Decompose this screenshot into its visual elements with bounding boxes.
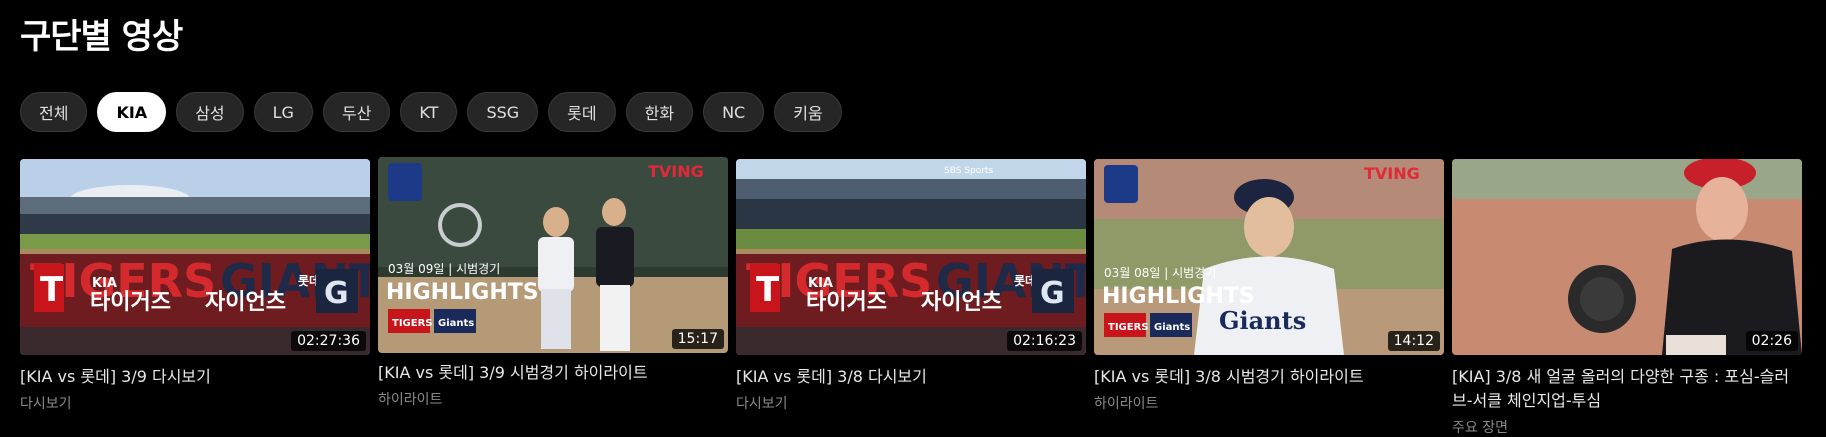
svg-text:TVING: TVING <box>1364 164 1420 183</box>
chip-samsung[interactable]: 삼성 <box>176 92 244 132</box>
svg-text:Giants: Giants <box>438 318 474 329</box>
video-title[interactable]: [KIA vs 롯데] 3/8 시범경기 하이라이트 <box>1094 365 1444 389</box>
video-duration: 02:16:23 <box>1007 331 1082 351</box>
video-duration: 15:17 <box>671 329 724 349</box>
chip-ssg[interactable]: SSG <box>467 92 539 132</box>
video-card[interactable]: TVING 03월 09일 | 시범경기 HIGHLIGHTS TIGERS G… <box>378 157 728 437</box>
chip-hanwha[interactable]: 한화 <box>625 92 694 132</box>
svg-text:HIGHLIGHTS: HIGHLIGHTS <box>386 280 539 305</box>
svg-text:타이거즈: 타이거즈 <box>806 290 887 315</box>
video-duration: 02:27:36 <box>291 331 366 351</box>
svg-text:03월 09일 | 시범경기: 03월 09일 | 시범경기 <box>388 262 500 276</box>
video-thumbnail[interactable]: TVING Giants 03월 08일 | 시범경기 HIGHLIGHTS T… <box>1094 159 1444 355</box>
svg-text:자이언츠: 자이언츠 <box>205 290 286 315</box>
chip-kiwoom[interactable]: 키움 <box>774 92 842 132</box>
video-title[interactable]: [KIA vs 롯데] 3/9 다시보기 <box>20 365 370 389</box>
svg-text:타이거즈: 타이거즈 <box>90 290 171 315</box>
chip-kia[interactable]: KIA <box>97 92 167 132</box>
svg-text:TIGERS: TIGERS <box>1108 322 1148 333</box>
video-duration: 14:12 <box>1387 331 1440 351</box>
video-thumbnail[interactable]: SBS Sports TIGERS GIANTS T KIA 타이거즈 롯데 자… <box>736 159 1086 355</box>
svg-text:TVING: TVING <box>648 162 704 181</box>
video-category: 주요 장면 <box>1452 420 1508 436</box>
team-videos-section: 구단별 영상 전체 KIA 삼성 LG 두산 KT SSG 롯데 한화 NC 키… <box>0 0 1826 437</box>
chip-kt[interactable]: KT <box>400 92 458 132</box>
video-duration: 02:26 <box>1745 331 1798 351</box>
svg-text:HIGHLIGHTS: HIGHLIGHTS <box>1102 284 1255 309</box>
video-row: TIGERS GIANTS T KIA 타이거즈 롯데 자이언츠 G 02:27… <box>20 157 1806 437</box>
svg-text:KIA: KIA <box>808 276 833 291</box>
video-title[interactable]: [KIA vs 롯데] 3/9 시범경기 하이라이트 <box>378 361 728 385</box>
video-thumbnail[interactable]: TIGERS GIANTS T KIA 타이거즈 롯데 자이언츠 G 02:27… <box>20 159 370 355</box>
svg-text:자이언츠: 자이언츠 <box>921 290 1002 315</box>
pitcher-thumbnail-image <box>1452 159 1802 355</box>
chip-nc[interactable]: NC <box>703 92 765 132</box>
svg-text:03월 08일 | 시범경기: 03월 08일 | 시범경기 <box>1104 266 1216 280</box>
video-category: 다시보기 <box>736 396 788 412</box>
video-thumbnail[interactable]: 02:26 <box>1452 159 1802 355</box>
video-category: 다시보기 <box>20 396 72 412</box>
svg-text:T: T <box>756 270 780 310</box>
video-card[interactable]: SBS Sports TIGERS GIANTS T KIA 타이거즈 롯데 자… <box>736 159 1086 437</box>
svg-text:T: T <box>40 270 64 310</box>
svg-text:SBS Sports: SBS Sports <box>944 166 993 176</box>
video-title[interactable]: [KIA] 3/8 새 얼굴 올러의 다양한 구종 : 포심-슬러브-서클 체인… <box>1452 365 1802 413</box>
video-category: 하이라이트 <box>1094 396 1159 412</box>
svg-text:KIA: KIA <box>92 276 117 291</box>
team-filter-chips: 전체 KIA 삼성 LG 두산 KT SSG 롯데 한화 NC 키움 <box>20 92 1806 132</box>
stadium-thumbnail-image: TIGERS GIANTS T KIA 타이거즈 롯데 자이언츠 G <box>20 159 370 355</box>
stadium-thumbnail-image: SBS Sports TIGERS GIANTS T KIA 타이거즈 롯데 자… <box>736 159 1086 355</box>
highlight-thumbnail-image: TVING Giants 03월 08일 | 시범경기 HIGHLIGHTS T… <box>1094 159 1444 355</box>
video-card[interactable]: 02:26 [KIA] 3/8 새 얼굴 올러의 다양한 구종 : 포심-슬러브… <box>1452 159 1802 437</box>
video-thumbnail[interactable]: TVING 03월 09일 | 시범경기 HIGHLIGHTS TIGERS G… <box>378 157 728 353</box>
video-card[interactable]: TIGERS GIANTS T KIA 타이거즈 롯데 자이언츠 G 02:27… <box>20 159 370 437</box>
chip-all[interactable]: 전체 <box>20 92 88 132</box>
svg-text:G: G <box>1040 276 1065 311</box>
svg-text:TIGERS: TIGERS <box>392 318 432 329</box>
section-title: 구단별 영상 <box>20 17 183 57</box>
svg-text:Giants: Giants <box>1219 306 1306 335</box>
svg-text:Giants: Giants <box>1154 322 1190 333</box>
highlight-thumbnail-image: TVING 03월 09일 | 시범경기 HIGHLIGHTS TIGERS G… <box>378 157 728 353</box>
video-category: 하이라이트 <box>378 392 443 408</box>
chip-lg[interactable]: LG <box>253 92 313 132</box>
video-card[interactable]: TVING Giants 03월 08일 | 시범경기 HIGHLIGHTS T… <box>1094 159 1444 437</box>
svg-text:G: G <box>324 276 349 311</box>
video-title[interactable]: [KIA vs 롯데] 3/8 다시보기 <box>736 365 1086 389</box>
chip-lotte[interactable]: 롯데 <box>548 92 616 132</box>
chip-doosan[interactable]: 두산 <box>322 92 391 132</box>
